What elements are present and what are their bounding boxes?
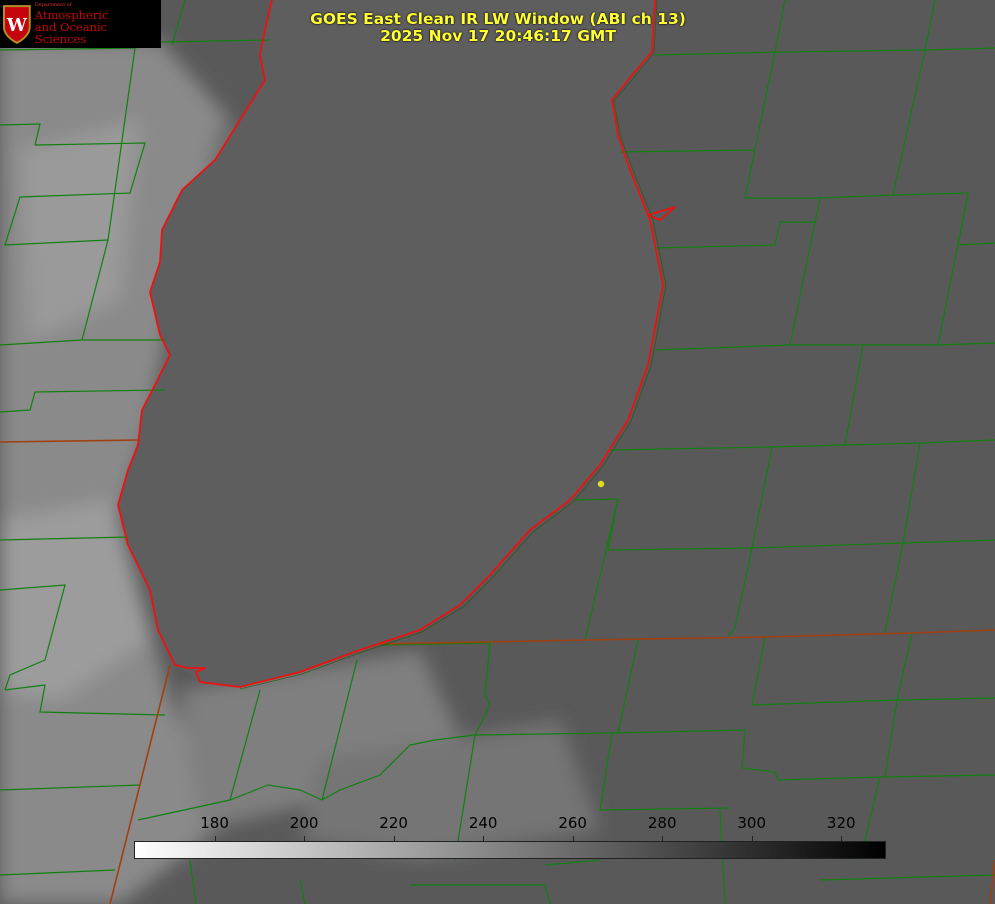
- colorbar: [134, 841, 886, 859]
- crest-letter: W: [6, 15, 28, 36]
- colorbar-tick-label: 320: [826, 814, 856, 832]
- colorbar-tick-label: 300: [737, 814, 767, 832]
- colorbar-tick-label: 260: [558, 814, 587, 832]
- colorbar-tick-label: 280: [647, 814, 677, 832]
- colorbar-tick-label: 200: [289, 814, 319, 832]
- colorbar-tick-label: 180: [200, 814, 229, 832]
- logo-line-2: and Oceanic Sciences: [34, 19, 108, 46]
- image-title: GOES East Clean IR LW Window (ABI ch 13)…: [250, 11, 746, 45]
- satellite-map: [0, 0, 995, 904]
- title-line-1: GOES East Clean IR LW Window (ABI ch 13): [310, 10, 686, 28]
- logo-banner: W Department of Atmospheric and Oceanic …: [0, 0, 161, 48]
- colorbar-tick-label: 220: [379, 814, 408, 832]
- logo-line-1: Atmospheric: [34, 7, 109, 22]
- colorbar-tick-label: 240: [468, 814, 498, 832]
- colorbar-ticks: 180 200 220 240 260 280 300 320: [0, 814, 995, 844]
- department-name: Department of Atmospheric and Oceanic Sc…: [34, 3, 161, 46]
- uw-crest-icon: W: [2, 5, 31, 44]
- location-marker: [597, 480, 605, 488]
- title-line-2: 2025 Nov 17 20:46:17 GMT: [380, 27, 616, 45]
